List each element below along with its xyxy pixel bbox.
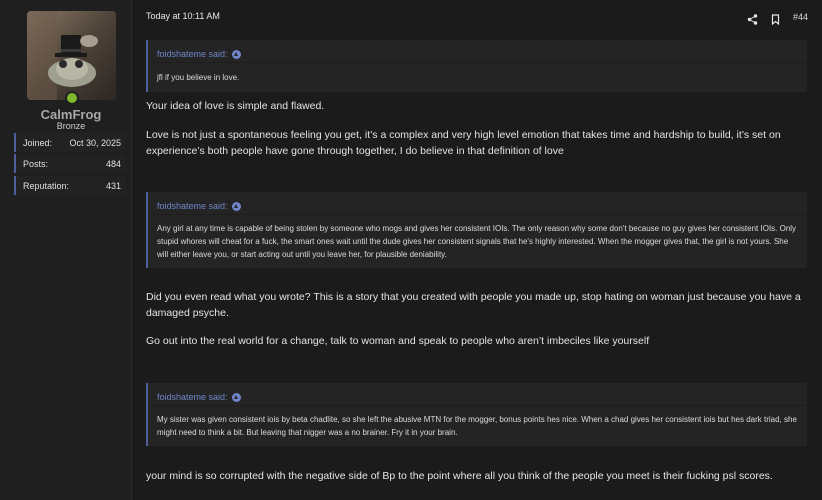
post-actions: #44 (747, 10, 808, 25)
post-number-link[interactable]: #44 (793, 12, 808, 22)
stat-value: Oct 30, 2025 (69, 138, 121, 148)
avatar-image (27, 11, 116, 100)
stat-reputation: Reputation: 431 (14, 176, 126, 195)
quote-header[interactable]: foidshateme said: (148, 40, 807, 63)
stat-value: 484 (105, 159, 121, 169)
arrow-up-icon[interactable] (231, 49, 241, 59)
quote-author[interactable]: foidshateme said: (157, 201, 228, 211)
quote-text: Any girl at any time is capable of being… (157, 224, 797, 259)
quote-block: foidshateme said: My sister was given co… (146, 383, 807, 446)
post-timestamp[interactable]: Today at 10:11 AM (146, 11, 220, 21)
reply-paragraph: Did you even read what you wrote? This i… (146, 291, 801, 319)
stat-label: Joined: (23, 138, 53, 148)
bookmark-icon[interactable] (770, 12, 781, 25)
reply-paragraph: Love is not just a spontaneous feeling y… (146, 129, 781, 157)
post-body: Today at 10:11 AM #44 foidshateme said: … (132, 0, 822, 500)
stat-joined: Joined: Oct 30, 2025 (14, 133, 126, 152)
stat-label: Posts: (23, 159, 49, 169)
avatar[interactable] (27, 11, 116, 100)
quote-text: My sister was given consistent iois by b… (157, 415, 797, 437)
stat-posts: Posts: 484 (14, 154, 126, 173)
reply-paragraph: Your idea of love is simple and flawed. (146, 100, 325, 112)
quote-block: foidshateme said: jfl if you believe in … (146, 40, 807, 92)
user-sidebar: CalmFrog Bronze Joined: Oct 30, 2025 Pos… (0, 0, 132, 500)
user-rank: Bronze (56, 121, 86, 131)
quote-text: jfl if you believe in love. (157, 73, 240, 82)
quote-author[interactable]: foidshateme said: (157, 49, 228, 59)
quote-author[interactable]: foidshateme said: (157, 392, 228, 402)
stat-label: Reputation: (23, 181, 70, 191)
online-status-indicator (65, 91, 79, 105)
stat-value: 431 (105, 181, 121, 191)
reply-paragraph: your mind is so corrupted with the negat… (146, 470, 773, 482)
arrow-up-icon[interactable] (231, 392, 241, 402)
quote-block: foidshateme said: Any girl at any time i… (146, 192, 807, 268)
share-icon[interactable] (747, 12, 758, 25)
arrow-up-icon[interactable] (231, 201, 241, 211)
reply-paragraph: Go out into the real world for a change,… (146, 335, 650, 347)
quote-header[interactable]: foidshateme said: (148, 192, 807, 215)
username[interactable]: CalmFrog (0, 107, 142, 122)
quote-header[interactable]: foidshateme said: (148, 383, 807, 406)
